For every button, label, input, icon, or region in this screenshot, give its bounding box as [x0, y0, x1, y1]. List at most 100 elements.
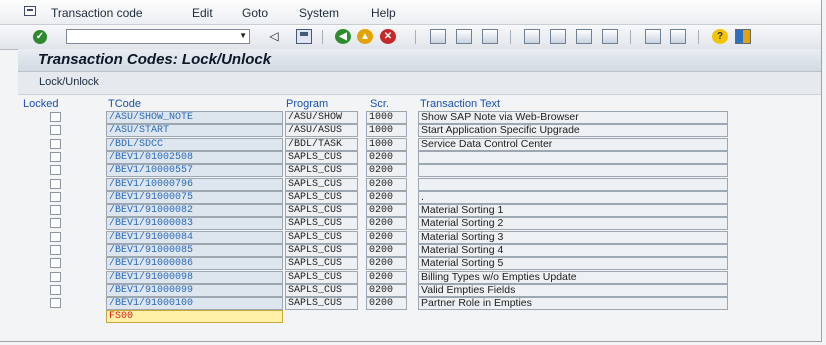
screen-cell: 0200 [366, 217, 407, 231]
program-cell: SAPLS_CUS [285, 230, 358, 244]
command-input[interactable] [67, 30, 233, 43]
transaction-text-cell [418, 150, 728, 164]
transaction-text-cell: Material Sorting 2 [418, 217, 728, 231]
tcode-cell[interactable]: /BEV1/91000098 [106, 270, 283, 284]
layout-icon[interactable] [735, 29, 751, 44]
locked-checkbox[interactable] [50, 138, 61, 149]
screen-cell: 0200 [366, 190, 407, 204]
transaction-text-cell: Billing Types w/o Empties Update [418, 270, 728, 284]
program-cell: SAPLS_CUS [285, 297, 358, 311]
transaction-text-cell: Material Sorting 4 [418, 244, 728, 257]
table-row: /BEV1/91000099 SAPLS_CUS 0200 Valid Empties… [0, 283, 821, 297]
program-cell: SAPLS_CUS [285, 283, 358, 297]
screen-cell: 0200 [366, 283, 407, 297]
table-row: /BDL/SDCC/BDL/TASK 1000 Service Data Contr… [0, 137, 821, 151]
command-field[interactable]: ▼ [66, 29, 250, 44]
tcode-cell[interactable]: /BEV1/10000796 [106, 177, 283, 191]
program-cell: /ASU/ASUS [285, 124, 358, 138]
standard-toolbar: ✓ ▼ ◁ ◀ ▲ ✕ ? [0, 25, 821, 50]
tcode-cell[interactable]: /BEV1/91000084 [106, 230, 283, 244]
table-row: /BEV1/91000100 SAPLS_CUS 0200 Partner Role … [0, 297, 821, 311]
program-cell: /BDL/TASK [285, 137, 358, 151]
menu-goto[interactable]: Goto [242, 6, 268, 20]
separator [510, 30, 511, 44]
table-row: /BEV1/91000075 SAPLS_CUS 0200. [0, 190, 821, 204]
table-row: /ASU/SHOW_NOTE/ASU/SHOW 1000 Show SAP Note… [0, 111, 821, 124]
locked-checkbox[interactable] [50, 284, 61, 295]
tcode-cell[interactable]: /ASU/SHOW_NOTE [106, 111, 283, 124]
locked-checkbox[interactable] [50, 178, 61, 189]
help-icon[interactable]: ? [712, 29, 728, 44]
screen-cell: 0200 [366, 230, 407, 244]
program-cell: SAPLS_CUS [285, 177, 358, 191]
create-session-icon[interactable] [645, 29, 661, 44]
screen-cell: 0200 [366, 257, 407, 271]
tcode-cell[interactable]: /BEV1/91000075 [106, 190, 283, 204]
new-tcode-input[interactable]: FS00 [106, 310, 283, 323]
locked-checkbox[interactable] [50, 151, 61, 162]
back-green-icon[interactable]: ◀ [335, 29, 351, 44]
tcode-cell[interactable]: /BEV1/91000085 [106, 244, 283, 257]
locked-checkbox[interactable] [50, 245, 61, 255]
tcode-cell[interactable]: /BEV1/91000083 [106, 217, 283, 231]
program-cell: SAPLS_CUS [285, 257, 358, 271]
save-icon[interactable] [296, 29, 312, 44]
screen-cell: 0200 [366, 177, 407, 191]
locked-checkbox[interactable] [50, 218, 61, 229]
column-header-transaction-text: Transaction Text [420, 98, 501, 110]
menu-system[interactable]: System [299, 6, 339, 20]
find-next-icon[interactable] [482, 29, 498, 44]
locked-checkbox[interactable] [50, 231, 61, 242]
program-cell: SAPLS_CUS [285, 217, 358, 231]
locked-checkbox[interactable] [50, 298, 61, 309]
locked-checkbox[interactable] [50, 258, 61, 269]
tcode-cell[interactable]: /BEV1/91000099 [106, 283, 283, 297]
menu-edit[interactable]: Edit [192, 6, 213, 20]
system-menu-icon[interactable] [24, 6, 36, 16]
last-page-icon[interactable] [602, 29, 618, 44]
tcode-cell[interactable]: /BEV1/91000086 [106, 257, 283, 271]
column-header-locked: Locked [23, 98, 59, 110]
table-row: /BEV1/91000083 SAPLS_CUS 0200 Material Sort… [0, 217, 821, 231]
locked-checkbox[interactable] [50, 205, 61, 216]
table-row: /BEV1/10000796 SAPLS_CUS 0200 [0, 177, 821, 191]
shortcut-icon[interactable] [670, 29, 686, 44]
enter-icon[interactable]: ✓ [33, 30, 47, 44]
table-row: /BEV1/91000084 SAPLS_CUS 0200 Material Sort… [0, 230, 821, 244]
next-page-icon[interactable] [576, 29, 592, 44]
previous-page-icon[interactable] [550, 29, 566, 44]
back-icon[interactable]: ◁ [266, 29, 282, 44]
menu-transaction-code[interactable]: Transaction code [51, 6, 143, 20]
table-row: /BEV1/91000085 SAPLS_CUS 0200 Material Sort… [0, 244, 821, 257]
locked-checkbox[interactable] [50, 271, 61, 282]
tcode-cell[interactable]: /BEV1/01002508 [106, 150, 283, 164]
tcode-cell[interactable]: /ASU/START [106, 124, 283, 138]
transaction-text-cell: Material Sorting 1 [418, 204, 728, 218]
tcode-cell[interactable]: /BDL/SDCC [106, 137, 283, 151]
program-cell: /ASU/SHOW [285, 111, 358, 124]
chevron-down-icon[interactable]: ▼ [239, 31, 247, 40]
locked-checkbox[interactable] [50, 191, 61, 202]
cancel-icon[interactable]: ✕ [380, 29, 396, 44]
column-header-tcode: TCode [108, 98, 142, 110]
program-cell: SAPLS_CUS [285, 244, 358, 257]
title-bar: Transaction Codes: Lock/Unlock [18, 49, 821, 72]
tcode-cell[interactable]: /BEV1/10000557 [106, 164, 283, 178]
locked-checkbox[interactable] [50, 112, 61, 122]
exit-icon[interactable]: ▲ [357, 29, 373, 44]
column-header-program: Program [286, 98, 329, 110]
menu-help[interactable]: Help [371, 6, 396, 20]
print-icon[interactable] [430, 29, 446, 44]
sap-window: Transaction code Edit Goto System Help ✓… [0, 0, 822, 342]
tcode-cell[interactable]: /BEV1/91000082 [106, 204, 283, 218]
table-row: /BEV1/91000086 SAPLS_CUS 0200 Material Sort… [0, 257, 821, 271]
tcode-cell[interactable]: /BEV1/91000100 [106, 297, 283, 311]
transaction-text-cell: Service Data Control Center [418, 137, 728, 151]
first-page-icon[interactable] [524, 29, 540, 44]
locked-checkbox[interactable] [50, 125, 61, 136]
find-icon[interactable] [456, 29, 472, 44]
locked-checkbox[interactable] [50, 165, 61, 176]
transaction-text-cell: Start Application Specific Upgrade [418, 124, 728, 138]
lock-unlock-button[interactable]: Lock/Unlock [39, 76, 99, 88]
separator [322, 30, 323, 44]
